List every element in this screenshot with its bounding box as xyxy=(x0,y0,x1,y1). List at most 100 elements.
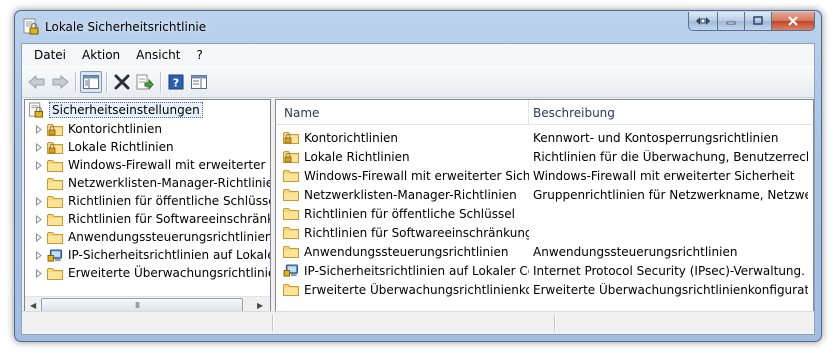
scroll-grip: III xyxy=(135,301,140,310)
properties-icon xyxy=(191,75,207,89)
folder-icon xyxy=(47,213,63,226)
list-item[interactable]: Richtlinien für Softwareeinschränkung xyxy=(276,223,813,242)
list-item[interactable]: Erweiterte Überwachungsrichtlinienkonfi.… xyxy=(276,280,813,299)
status-separator xyxy=(272,315,274,331)
maximize-button[interactable] xyxy=(745,12,772,31)
tree-item[interactable]: IP-Sicherheitsrichtlinien auf Lokaler C xyxy=(35,246,271,264)
list-item[interactable]: Lokale Richtlinien Richtlinien für die Ü… xyxy=(276,147,813,166)
help-icon: ? xyxy=(168,74,184,90)
main-panes: Sicherheitseinstellungen Kontorichtlinie… xyxy=(22,97,814,315)
toolbar-separator xyxy=(106,72,108,92)
list-item-description: Windows-Firewall mit erweiterter Sicherh… xyxy=(533,168,795,183)
scroll-right-icon[interactable]: ▶ xyxy=(257,301,263,310)
folder-icon xyxy=(283,169,299,182)
toolbar-separator xyxy=(160,72,162,92)
expand-arrow-icon xyxy=(35,125,43,134)
list-item-description: Kennwort- und Kontosperrungsrichtlinien xyxy=(533,130,779,145)
status-separator xyxy=(554,315,556,331)
tree-item-label: Anwendungssteuerungsrichtlinien xyxy=(68,230,271,244)
folder-icon xyxy=(47,177,63,190)
menu-datei[interactable]: Datei xyxy=(26,46,74,64)
properties-button[interactable] xyxy=(188,71,210,93)
back-button[interactable] xyxy=(26,71,48,93)
tree-item-label: Kontorichtlinien xyxy=(68,122,163,136)
minimize-button[interactable] xyxy=(718,12,745,31)
menu-bar: Datei Aktion Ansicht ? xyxy=(22,44,814,66)
list-item-description: Anwendungssteuerungsrichtlinien xyxy=(533,244,738,259)
list-item[interactable]: IP-Sicherheitsrichtlinien auf Lokaler Co… xyxy=(276,261,813,280)
tree-item[interactable]: Windows-Firewall mit erweiterter Sicher xyxy=(35,156,270,174)
menu-help[interactable]: ? xyxy=(188,46,210,64)
status-bar xyxy=(22,311,814,334)
tree-item-label: Lokale Richtlinien xyxy=(68,140,174,154)
forward-button[interactable] xyxy=(49,71,71,93)
list-item-name: Richtlinien für öffentliche Schlüssel xyxy=(304,206,515,221)
back-icon xyxy=(28,75,45,89)
list-item[interactable]: Windows-Firewall mit erweiterter Sicherh… xyxy=(276,166,813,185)
list-item[interactable]: Kontorichtlinien Kennwort- und Kontosper… xyxy=(276,128,813,147)
close-icon xyxy=(788,16,798,26)
delete-button[interactable] xyxy=(111,71,133,93)
swap-button[interactable] xyxy=(688,12,718,31)
tree-pane[interactable]: Sicherheitseinstellungen Kontorichtlinie… xyxy=(24,99,271,315)
tree-item[interactable]: Kontorichtlinien xyxy=(35,120,162,138)
column-header-description[interactable]: Beschreibung xyxy=(533,106,615,120)
folder-icon xyxy=(283,188,299,201)
list-item[interactable]: Netzwerklisten-Manager-Richtlinien Grupp… xyxy=(276,185,813,204)
tree-item[interactable]: Netzwerklisten-Manager-Richtlinien xyxy=(47,174,271,192)
expand-arrow-icon xyxy=(35,215,43,224)
tree-item[interactable]: Anwendungssteuerungsrichtlinien xyxy=(35,228,271,246)
folder-icon xyxy=(47,267,63,280)
tree-item-label: Erweiterte Überwachungsrichtlinienkonf xyxy=(68,266,270,280)
menu-ansicht[interactable]: Ansicht xyxy=(128,46,188,64)
folder-icon xyxy=(47,159,63,172)
caption-buttons xyxy=(688,12,815,32)
details-pane[interactable]: Name Beschreibung Kontorichtlinien Kennw… xyxy=(275,99,814,315)
folder-lock-icon xyxy=(47,123,63,136)
expand-arrow-icon xyxy=(35,269,43,278)
folder-icon xyxy=(283,245,299,258)
tree-item-label: Netzwerklisten-Manager-Richtlinien xyxy=(68,176,271,190)
export-list-button[interactable] xyxy=(134,71,156,93)
tree-root[interactable]: Sicherheitseinstellungen xyxy=(28,101,203,119)
close-button[interactable] xyxy=(772,12,815,31)
forward-icon xyxy=(52,75,69,89)
tree-item-label: Windows-Firewall mit erweiterter Sicher xyxy=(68,158,270,172)
tree-item[interactable]: Richtlinien für Softwareeinschränkung xyxy=(35,210,270,228)
folder-icon xyxy=(283,207,299,220)
tree-item-label: Richtlinien für öffentliche Schlüssel xyxy=(68,194,271,208)
tree-item[interactable]: Erweiterte Überwachungsrichtlinienkonf xyxy=(35,264,270,282)
list-item-name: IP-Sicherheitsrichtlinien auf Lokaler Co… xyxy=(304,263,529,278)
list-item[interactable]: Anwendungssteuerungsrichtlinien Anwendun… xyxy=(276,242,813,261)
client-area: Datei Aktion Ansicht ? ? Sicherheitseins… xyxy=(21,43,815,335)
expand-arrow-icon xyxy=(35,161,43,170)
show-tree-icon xyxy=(83,75,99,89)
menu-aktion[interactable]: Aktion xyxy=(74,46,128,64)
expand-arrow-icon xyxy=(35,251,43,260)
show-tree-button[interactable] xyxy=(80,71,102,93)
list-item-name: Richtlinien für Softwareeinschränkung xyxy=(304,225,529,240)
column-header-name[interactable]: Name xyxy=(284,106,319,120)
list-item-description: Gruppenrichtlinien für Netzwerkname, Net… xyxy=(533,187,808,202)
help-button[interactable]: ? xyxy=(165,71,187,93)
title-bar[interactable]: Lokale Sicherheitsrichtlinie xyxy=(15,11,821,43)
list-item-name: Lokale Richtlinien xyxy=(304,149,410,164)
tree-item[interactable]: Lokale Richtlinien xyxy=(35,138,174,156)
security-policy-icon xyxy=(23,18,39,35)
folder-icon xyxy=(47,195,63,208)
tree-item[interactable]: Richtlinien für öffentliche Schlüssel xyxy=(35,192,271,210)
tree-item-label: IP-Sicherheitsrichtlinien auf Lokaler C xyxy=(68,248,271,262)
toolbar: ? xyxy=(22,66,814,98)
list-item-description: Internet Protocol Security (IPsec)-Verwa… xyxy=(533,263,808,278)
list-item[interactable]: Richtlinien für öffentliche Schlüssel xyxy=(276,204,813,223)
delete-icon xyxy=(114,74,130,90)
security-settings-icon xyxy=(28,102,44,118)
list-item-name: Anwendungssteuerungsrichtlinien xyxy=(304,244,509,259)
list-item-name: Netzwerklisten-Manager-Richtlinien xyxy=(304,187,517,202)
column-divider[interactable] xyxy=(528,100,529,124)
list-item-description: Erweiterte Überwachungsrichtlinienkonfig… xyxy=(533,282,808,297)
list-item-description: Richtlinien für die Überwachung, Benutze… xyxy=(533,149,808,164)
folder-lock-icon xyxy=(47,141,63,154)
scroll-left-icon[interactable]: ◀ xyxy=(30,301,36,310)
toolbar-separator xyxy=(75,72,77,92)
